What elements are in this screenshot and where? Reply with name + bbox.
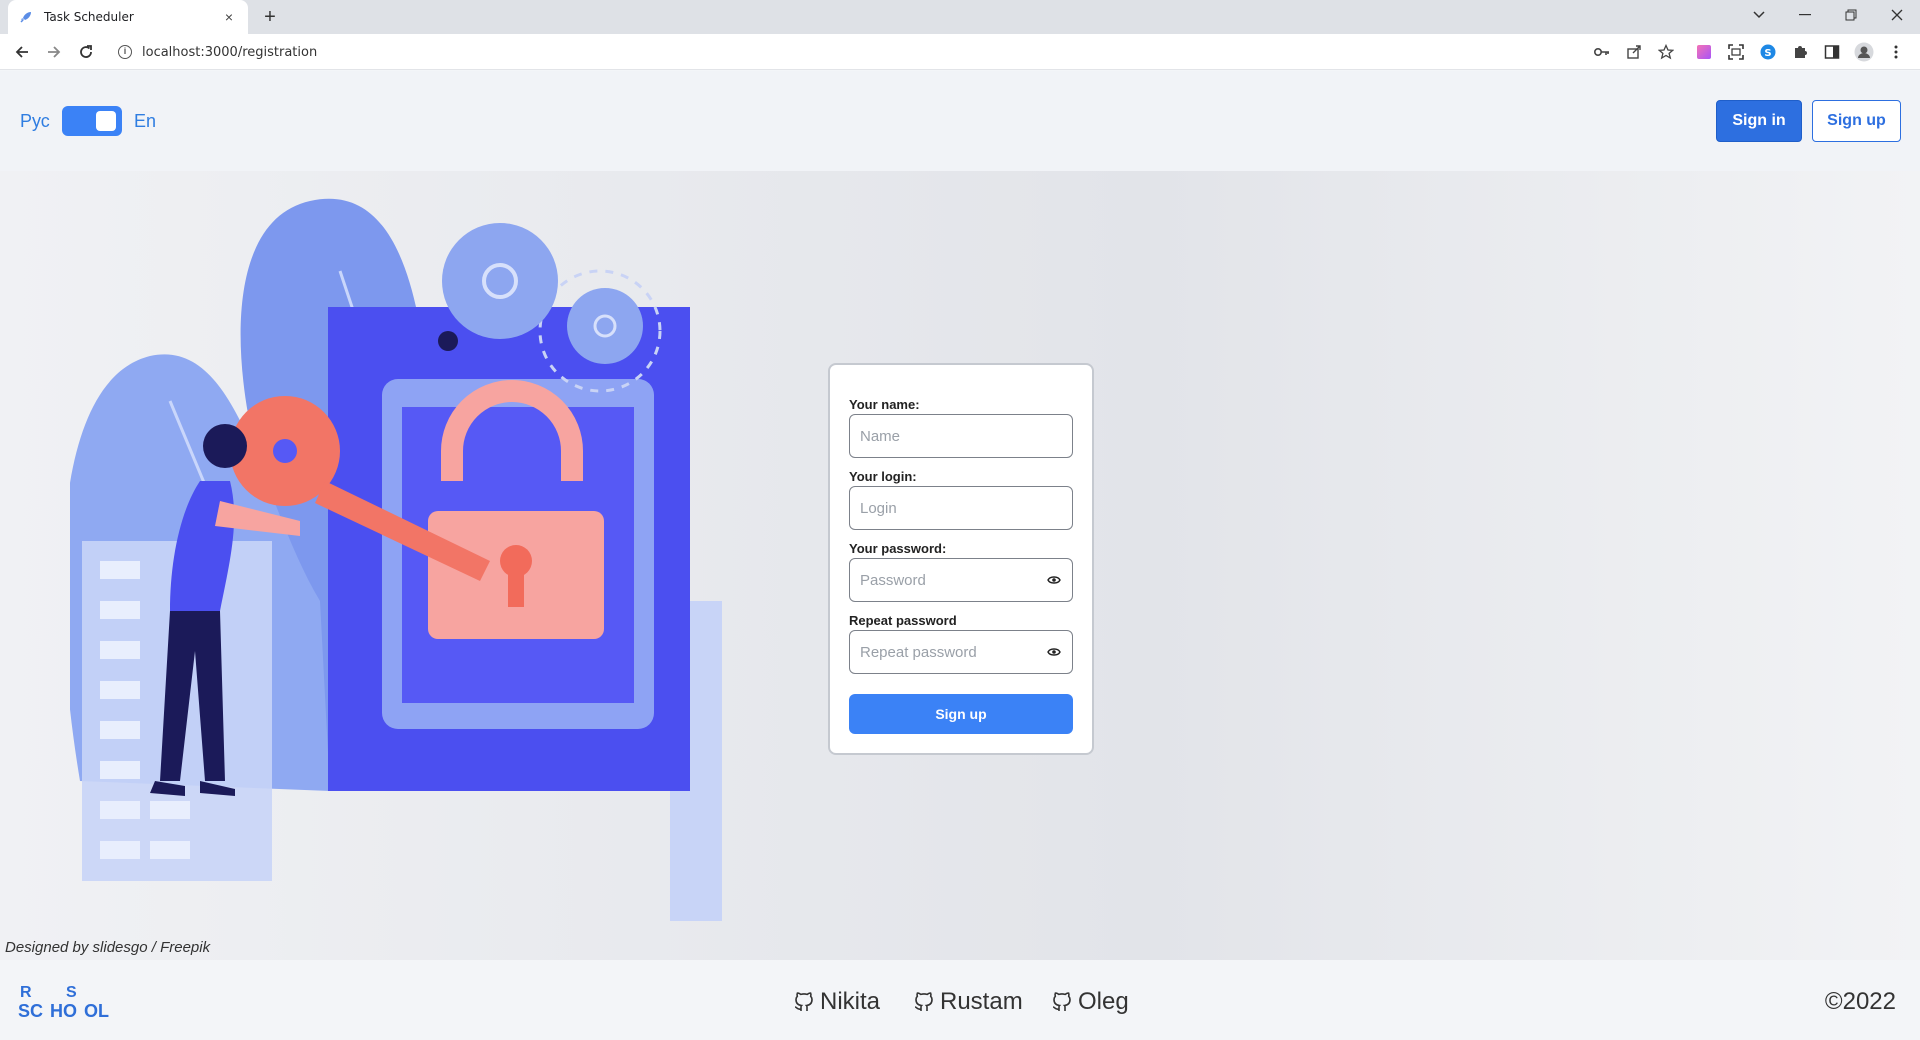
toggle-knob (96, 111, 116, 131)
skype-icon[interactable]: S (1758, 42, 1778, 62)
site-info-icon[interactable]: i (118, 45, 132, 59)
name-label: Your name: (849, 397, 920, 412)
tab-search-chevron-icon[interactable] (1736, 0, 1782, 30)
repeat-password-placeholder: Repeat password (860, 643, 977, 661)
key-icon[interactable] (1592, 42, 1612, 62)
name-placeholder: Name (860, 427, 901, 445)
eye-icon[interactable] (1044, 642, 1064, 662)
password-input[interactable]: Password (849, 558, 1073, 602)
address-bar[interactable]: i localhost:3000/registration (108, 38, 1488, 66)
forward-arrow-icon[interactable] (42, 40, 66, 64)
extension-color-icon[interactable] (1694, 42, 1714, 62)
repeat-password-label: Repeat password (849, 613, 957, 628)
login-placeholder: Login (860, 499, 897, 517)
sidepanel-icon[interactable] (1822, 42, 1842, 62)
sign-up-header-button[interactable]: Sign up (1812, 100, 1901, 142)
puzzle-icon[interactable] (1790, 42, 1810, 62)
copyright: ©2022 (1824, 988, 1896, 1015)
github-icon (794, 992, 813, 1011)
github-icon (914, 992, 933, 1011)
svg-text:OL: OL (84, 1001, 109, 1021)
svg-text:S: S (66, 984, 77, 1001)
svg-text:SC: SC (18, 1001, 43, 1021)
menu-icon[interactable] (1886, 42, 1906, 62)
design-credit: Designed by slidesgo / Freepik (5, 939, 211, 956)
back-arrow-icon[interactable] (10, 40, 34, 64)
developer-link-rustam[interactable]: Rustam (912, 988, 1023, 1016)
browser-tab[interactable]: Task Scheduler × (8, 0, 248, 34)
login-label: Your login: (849, 469, 917, 484)
registration-form: Your name: Name Your login: Login Your p… (828, 363, 1094, 755)
app-header: Рус En Sign in Sign up (0, 71, 1920, 171)
security-illustration (70, 198, 722, 921)
name-input[interactable]: Name (849, 414, 1073, 458)
svg-text:R: R (20, 984, 32, 1001)
svg-text:S: S (1764, 48, 1771, 59)
reload-icon[interactable] (74, 40, 98, 64)
sign-up-submit-button[interactable]: Sign up (849, 694, 1073, 734)
developer-name: Nikita (820, 988, 881, 1015)
language-toggle[interactable] (62, 106, 122, 136)
rs-school-logo[interactable]: R S SC HO OL (18, 982, 118, 1022)
rocket-icon (18, 9, 34, 25)
url-text: localhost:3000/registration (142, 44, 318, 60)
window-close-icon[interactable] (1874, 0, 1920, 30)
developer-link-nikita[interactable]: Nikita (792, 988, 880, 1016)
lang-ru-label[interactable]: Рус (20, 111, 50, 132)
github-icon (1052, 992, 1071, 1011)
tab-title: Task Scheduler (44, 10, 134, 24)
password-placeholder: Password (860, 571, 926, 589)
login-input[interactable]: Login (849, 486, 1073, 530)
browser-tab-bar: Task Scheduler × + (0, 0, 1920, 34)
sign-in-button[interactable]: Sign in (1716, 100, 1802, 142)
svg-text:HO: HO (50, 1001, 77, 1021)
developer-name: Oleg (1078, 988, 1129, 1015)
profile-icon[interactable] (1854, 42, 1874, 62)
repeat-password-input[interactable]: Repeat password (849, 630, 1073, 674)
browser-toolbar: i localhost:3000/registration S (0, 34, 1920, 70)
developer-name: Rustam (940, 988, 1023, 1015)
lang-en-label[interactable]: En (134, 111, 156, 132)
password-label: Your password: (849, 541, 947, 556)
footer: R S SC HO OL Nikita Rustam Oleg ©2022 (0, 960, 1920, 1040)
new-tab-button[interactable]: + (258, 5, 282, 29)
eye-icon[interactable] (1044, 570, 1064, 590)
restore-icon[interactable] (1828, 0, 1874, 30)
main-area: Your name: Name Your login: Login Your p… (0, 171, 1920, 960)
star-icon[interactable] (1656, 42, 1676, 62)
screenshot-icon[interactable] (1726, 42, 1746, 62)
developer-link-oleg[interactable]: Oleg (1050, 988, 1129, 1016)
tab-close-button[interactable]: × (220, 9, 238, 25)
minimize-icon[interactable] (1782, 0, 1828, 30)
share-icon[interactable] (1624, 42, 1644, 62)
